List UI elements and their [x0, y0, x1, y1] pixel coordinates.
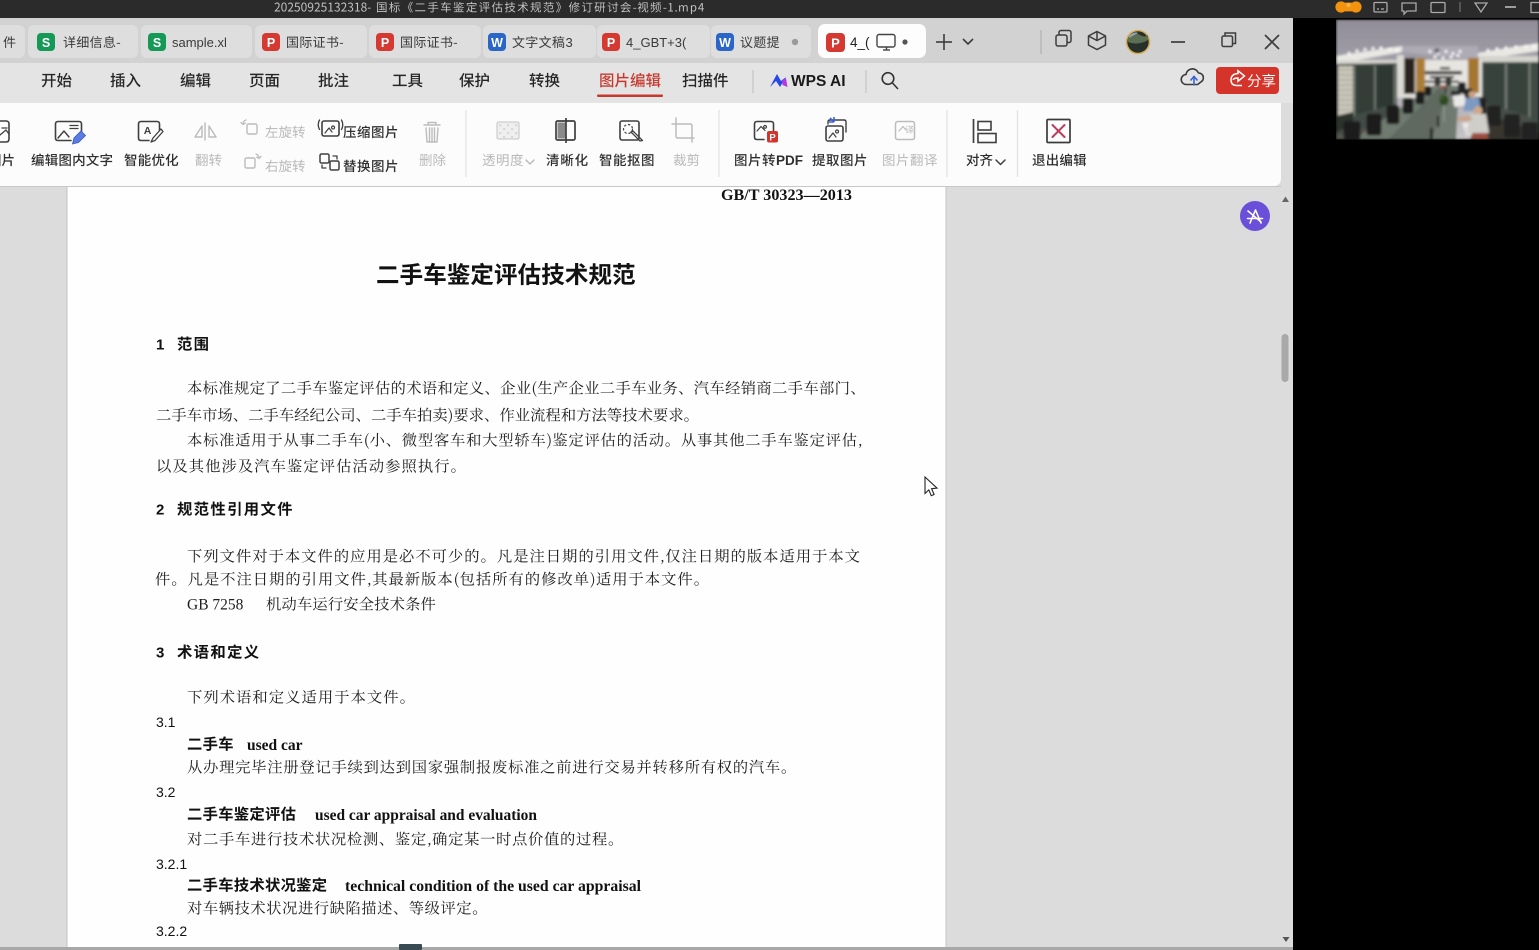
svg-text:S: S	[153, 36, 161, 50]
svg-text:P: P	[769, 133, 776, 144]
svg-text:WPS AI: WPS AI	[791, 73, 846, 90]
svg-text:P: P	[831, 36, 840, 51]
svg-text:2: 2	[156, 502, 164, 519]
svg-text:P: P	[381, 36, 389, 50]
svg-text:sample.xl: sample.xl	[172, 35, 227, 50]
svg-text:4_GBT+3(: 4_GBT+3(	[626, 35, 687, 50]
svg-text:technical condition of the use: technical condition of the used car appr…	[345, 878, 642, 895]
svg-text:W: W	[491, 36, 503, 50]
svg-text:P: P	[267, 36, 275, 50]
svg-text:W: W	[719, 36, 731, 50]
svg-text:GB 7258: GB 7258	[187, 597, 244, 614]
svg-text:3.2.2: 3.2.2	[156, 923, 187, 939]
svg-text:S: S	[42, 36, 50, 50]
svg-text:GB/T 30323—2013: GB/T 30323—2013	[721, 187, 852, 204]
svg-text:3.1: 3.1	[156, 714, 176, 730]
svg-text:3.2.1: 3.2.1	[156, 856, 187, 872]
svg-text:used car: used car	[247, 737, 303, 754]
svg-text:A: A	[144, 125, 152, 137]
svg-text:P: P	[607, 36, 615, 50]
svg-text:4_(: 4_(	[850, 35, 870, 50]
svg-text:PDF: PDF	[776, 153, 803, 168]
svg-text:1: 1	[156, 337, 164, 354]
svg-text:used car appraisal and evaluat: used car appraisal and evaluation	[315, 807, 537, 824]
svg-text:3: 3	[566, 35, 573, 50]
svg-text:3.2: 3.2	[156, 784, 176, 800]
svg-text:3: 3	[156, 645, 164, 662]
